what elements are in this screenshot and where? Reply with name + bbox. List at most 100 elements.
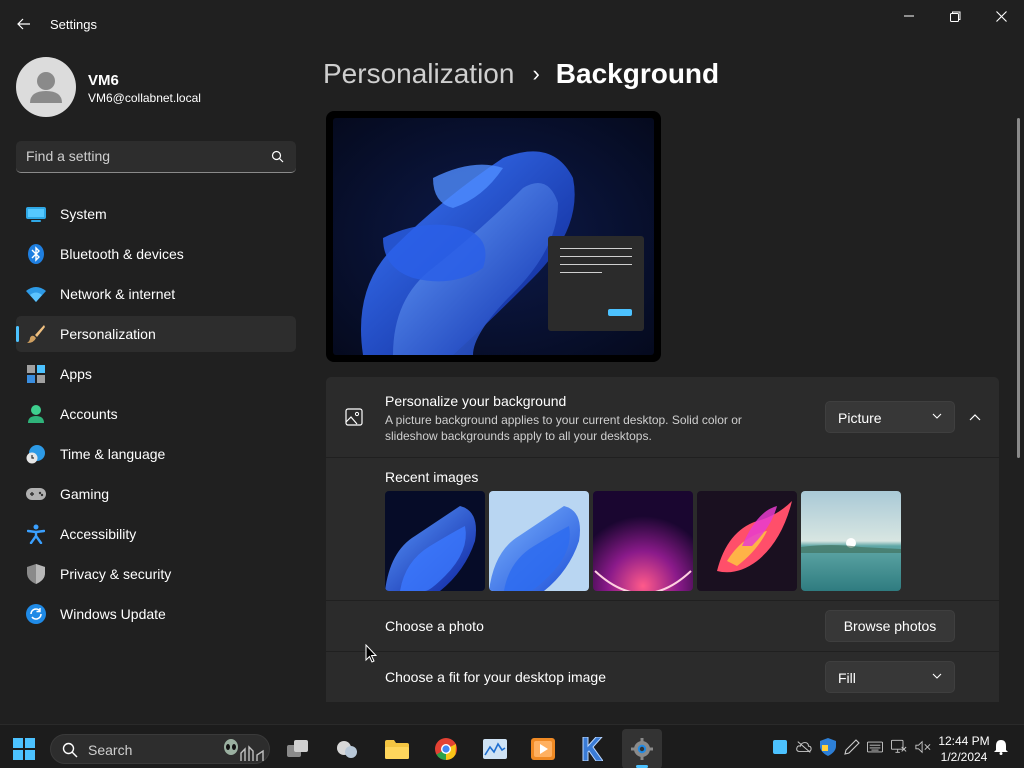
sidebar-item-accessibility[interactable]: Accessibility bbox=[16, 516, 296, 552]
clock[interactable]: 12:44 PM 1/2/2024 bbox=[938, 733, 990, 765]
chevron-down-icon bbox=[932, 413, 942, 419]
task-view-icon bbox=[287, 740, 308, 757]
pen-icon[interactable] bbox=[844, 739, 860, 755]
tray-app-icon[interactable] bbox=[772, 739, 788, 755]
recent-image-thumbnail[interactable] bbox=[593, 491, 693, 591]
recent-image-thumbnail[interactable] bbox=[697, 491, 797, 591]
shield-icon bbox=[26, 564, 46, 584]
choose-photo-label: Choose a photo bbox=[385, 618, 484, 634]
recent-image-thumbnail[interactable] bbox=[385, 491, 485, 591]
k-logo-icon bbox=[582, 737, 603, 761]
sidebar-item-personalization[interactable]: Personalization bbox=[16, 316, 296, 352]
widgets-button[interactable] bbox=[327, 729, 367, 768]
sidebar-item-privacy-security[interactable]: Privacy & security bbox=[16, 556, 296, 592]
recent-image-thumbnail[interactable] bbox=[801, 491, 901, 591]
sidebar-item-bluetooth[interactable]: Bluetooth & devices bbox=[16, 236, 296, 272]
recent-images-section: Recent images bbox=[326, 458, 999, 600]
sidebar-item-system[interactable]: System bbox=[16, 196, 296, 232]
cloud-offline-icon[interactable] bbox=[796, 739, 812, 755]
collapse-button[interactable] bbox=[962, 405, 988, 429]
choose-fit-label: Choose a fit for your desktop image bbox=[385, 669, 607, 685]
start-button[interactable] bbox=[4, 729, 44, 768]
play-icon bbox=[531, 738, 555, 760]
breadcrumb-parent[interactable]: Personalization bbox=[323, 58, 514, 90]
gamepad-icon bbox=[26, 484, 46, 504]
sidebar-item-apps[interactable]: Apps bbox=[16, 356, 296, 392]
fit-dropdown[interactable]: Fill bbox=[825, 661, 955, 693]
clock-date: 1/2/2024 bbox=[940, 750, 988, 764]
sidebar-item-accounts[interactable]: Accounts bbox=[16, 396, 296, 432]
dropdown-value: Fill bbox=[838, 670, 856, 686]
gear-icon bbox=[631, 738, 653, 760]
taskbar: Search 12:44 PM 1/2/2024 bbox=[0, 724, 1024, 768]
brush-icon bbox=[26, 324, 46, 344]
sidebar-nav: System Bluetooth & devices Network & int… bbox=[16, 196, 296, 636]
task-view-button[interactable] bbox=[278, 729, 318, 768]
background-type-dropdown[interactable]: Picture bbox=[825, 401, 955, 433]
notification-bell-icon[interactable] bbox=[993, 739, 1009, 755]
bluetooth-icon bbox=[26, 244, 46, 264]
keyboard-icon[interactable] bbox=[867, 739, 883, 755]
sidebar-item-label: Accessibility bbox=[60, 526, 137, 542]
minimize-button[interactable] bbox=[886, 0, 932, 32]
minimize-icon bbox=[904, 15, 914, 17]
sidebar-item-label: Gaming bbox=[60, 486, 110, 502]
recent-image-thumbnail[interactable] bbox=[489, 491, 589, 591]
title-bar: Settings bbox=[0, 0, 1024, 48]
chrome-button[interactable] bbox=[426, 729, 466, 768]
chevron-up-icon bbox=[969, 413, 981, 420]
page-title: Background bbox=[555, 58, 720, 89]
preview-window-mockup bbox=[548, 236, 644, 331]
app-title: Settings bbox=[50, 17, 97, 32]
avatar[interactable] bbox=[16, 57, 76, 117]
breadcrumb: Personalization › Background bbox=[323, 58, 719, 90]
close-button[interactable] bbox=[978, 0, 1024, 32]
recent-images-label: Recent images bbox=[385, 469, 479, 485]
security-shield-icon[interactable] bbox=[820, 738, 836, 756]
weather-icon bbox=[337, 741, 357, 758]
sidebar-item-label: Time & language bbox=[60, 446, 166, 462]
settings-taskbar-button[interactable] bbox=[622, 729, 662, 768]
sidebar-item-label: Windows Update bbox=[60, 606, 166, 622]
back-arrow-icon bbox=[17, 18, 30, 30]
resource-monitor-button[interactable] bbox=[475, 729, 515, 768]
choose-fit-row: Choose a fit for your desktop image Fill bbox=[326, 652, 999, 702]
background-type-card: Personalize your background A picture ba… bbox=[326, 377, 999, 457]
wifi-icon bbox=[26, 284, 46, 304]
sidebar-item-time-language[interactable]: Time & language bbox=[16, 436, 296, 472]
background-card-description: A picture background applies to your cur… bbox=[385, 413, 742, 443]
taskbar-search-label: Search bbox=[88, 742, 133, 758]
user-avatar-icon bbox=[30, 72, 62, 103]
sidebar-item-windows-update[interactable]: Windows Update bbox=[16, 596, 296, 632]
k-app-button[interactable] bbox=[572, 729, 612, 768]
restore-icon bbox=[949, 11, 960, 22]
accessibility-icon bbox=[26, 524, 46, 544]
back-button[interactable] bbox=[10, 12, 38, 36]
media-player-button[interactable] bbox=[523, 729, 563, 768]
picture-icon bbox=[345, 408, 363, 426]
accounts-icon bbox=[26, 404, 46, 424]
sidebar-item-label: Accounts bbox=[60, 406, 118, 422]
dropdown-value: Picture bbox=[838, 410, 882, 426]
settings-search[interactable] bbox=[16, 141, 296, 173]
search-input[interactable] bbox=[26, 141, 266, 171]
monitor-chart-icon bbox=[483, 739, 507, 759]
sidebar-item-gaming[interactable]: Gaming bbox=[16, 476, 296, 512]
chevron-down-icon bbox=[932, 673, 942, 679]
scrollbar[interactable] bbox=[1017, 118, 1020, 458]
sidebar-item-label: Bluetooth & devices bbox=[60, 246, 184, 262]
restore-button[interactable] bbox=[932, 0, 978, 32]
sidebar-item-network[interactable]: Network & internet bbox=[16, 276, 296, 312]
search-icon[interactable] bbox=[271, 150, 284, 163]
clock-time: 12:44 PM bbox=[938, 734, 990, 748]
apps-icon bbox=[26, 364, 46, 384]
taskbar-search[interactable]: Search bbox=[50, 734, 270, 764]
update-icon bbox=[26, 604, 46, 624]
close-icon bbox=[995, 10, 1007, 22]
browse-photos-button[interactable]: Browse photos bbox=[825, 610, 955, 642]
network-display-icon[interactable] bbox=[891, 739, 907, 755]
search-highlight-icon bbox=[224, 739, 264, 761]
volume-muted-icon[interactable] bbox=[915, 739, 931, 755]
file-explorer-button[interactable] bbox=[377, 729, 417, 768]
breadcrumb-separator: › bbox=[532, 61, 540, 86]
